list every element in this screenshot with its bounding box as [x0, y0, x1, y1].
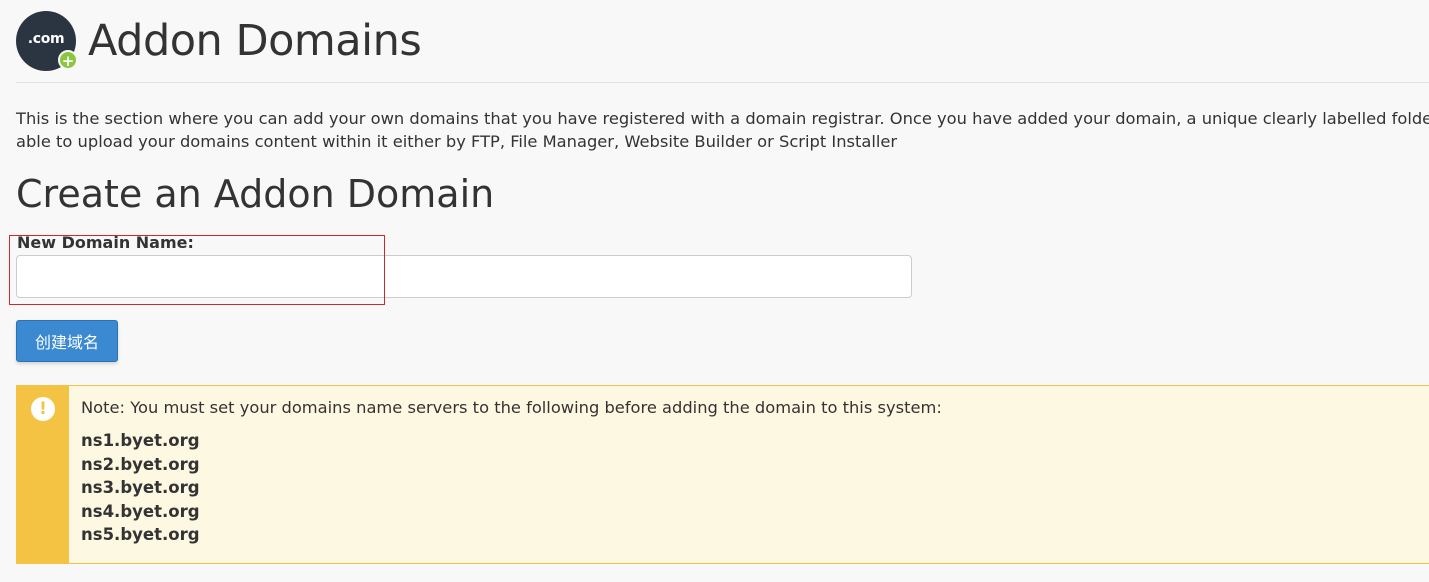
nameserver-warning-alert: ! Note: You must set your domains name s… [16, 385, 1429, 564]
create-domain-button[interactable]: 创建域名 [16, 320, 118, 362]
page-title: Addon Domains [88, 16, 422, 66]
nameserver-item: ns1.byet.org [81, 431, 200, 450]
page-header: .com + Addon Domains [16, 10, 422, 72]
new-domain-name-input[interactable] [16, 255, 912, 298]
description-line-2: able to upload your domains content with… [16, 132, 898, 151]
logo-text: .com [27, 31, 65, 47]
nameserver-item: ns2.byet.org [81, 454, 200, 474]
new-domain-name-label: New Domain Name: [17, 233, 194, 252]
plus-badge-icon: + [58, 50, 78, 70]
domain-com-icon: .com + [16, 11, 78, 71]
exclamation-icon: ! [31, 397, 55, 421]
alert-stripe: ! [17, 386, 69, 563]
description-line-1: This is the section where you can add yo… [16, 109, 1429, 128]
addon-domains-page: .com + Addon Domains This is the section… [0, 0, 1429, 582]
header-divider [16, 82, 1429, 83]
alert-note: Note: You must set your domains name ser… [81, 398, 942, 417]
section-description: This is the section where you can add yo… [16, 107, 1429, 153]
nameserver-list: ns1.byet.org ns2.byet.org ns3.byet.org n… [81, 429, 942, 547]
nameserver-item: ns4.byet.org [81, 501, 200, 521]
nameserver-item: ns5.byet.org [81, 525, 200, 545]
create-addon-domain-title: Create an Addon Domain [16, 172, 495, 216]
nameserver-item: ns3.byet.org [81, 478, 200, 498]
alert-body: Note: You must set your domains name ser… [69, 386, 942, 563]
